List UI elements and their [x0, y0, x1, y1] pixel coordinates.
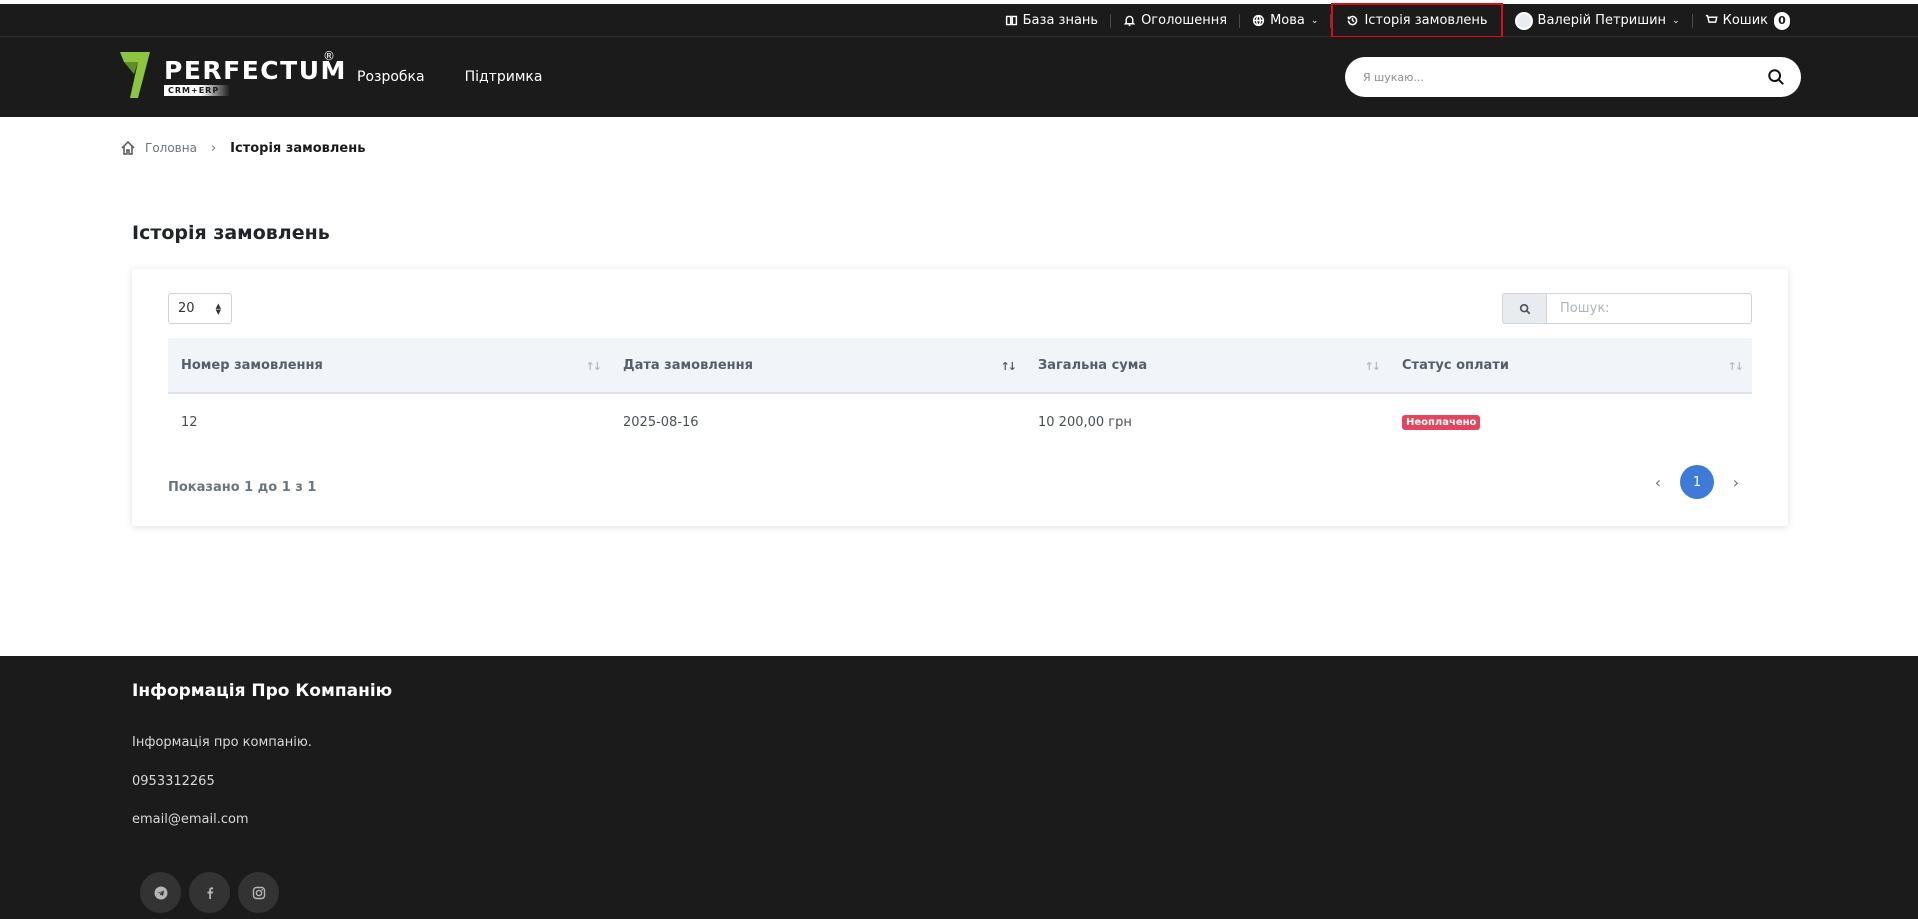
page-length-value: 20 [178, 301, 195, 316]
logo-text: PERFECTUM [164, 56, 347, 85]
footer-email: email@email.com [132, 812, 249, 827]
globe-icon [1252, 14, 1265, 27]
user-name: Валерій Петришин [1537, 13, 1667, 28]
page-title: Історія замовлень [132, 222, 330, 244]
chevron-right-icon: › [210, 140, 217, 156]
table-header: Номер замовлення ↑↓ Дата замовлення ↑↓ З… [168, 338, 1752, 394]
page-length-select[interactable]: 20 ▲ ▼ [168, 293, 232, 324]
nav-item-support[interactable]: Підтримка [465, 69, 543, 85]
cell-total: 10 200,00 грн [1038, 414, 1132, 430]
knowledge-base-link[interactable]: База знань [993, 4, 1110, 37]
table-row[interactable]: 12 2025-08-16 10 200,00 грн Неоплачено [168, 394, 1752, 450]
history-icon [1348, 15, 1358, 26]
cell-order-date: 2025-08-16 [623, 414, 699, 430]
main-header: PERFECTUM ® CRM+ERP Розробка Підтримка [0, 37, 1918, 117]
footer-phone: 0953312265 [132, 774, 215, 789]
top-utility-bar: База знань Оголошення Мова ⌄ Історія зам… [0, 0, 1918, 38]
footer-title: Інформація Про Компанію [132, 681, 393, 701]
avatar [1514, 11, 1533, 30]
chevron-left-icon[interactable]: ‹ [1652, 473, 1664, 492]
search-icon [1519, 303, 1530, 314]
footer-description: Інформація про компанію. [132, 735, 312, 750]
cart-icon [1705, 14, 1718, 26]
table-body: 12 2025-08-16 10 200,00 грн Неоплачено [168, 394, 1752, 450]
table-search-input[interactable] [1547, 293, 1752, 324]
logo-subtitle: CRM+ERP [164, 85, 230, 96]
sort-icon: ↑↓ [585, 360, 603, 373]
cart-label: Кошик [1722, 13, 1768, 28]
chevron-right-icon[interactable]: › [1730, 473, 1742, 492]
announcements-label: Оголошення [1141, 13, 1228, 28]
sort-icon: ↑↓ [1727, 360, 1745, 373]
column-header-label: Дата замовлення [623, 357, 753, 373]
language-label: Мова [1270, 13, 1305, 28]
cart-link[interactable]: Кошик 0 [1693, 4, 1802, 37]
cell-order-number: 12 [181, 414, 198, 430]
facebook-icon [207, 886, 213, 899]
table-search-button[interactable] [1502, 293, 1547, 324]
pagination: ‹ 1 › [1652, 465, 1742, 499]
main-nav: Розробка Підтримка [357, 37, 542, 117]
search-icon[interactable] [1767, 68, 1785, 86]
breadcrumb-home-link[interactable]: Головна [145, 141, 197, 155]
user-menu-dropdown[interactable]: Валерій Петришин ⌄ [1503, 4, 1692, 37]
order-history-label: Історія замовлень [1364, 13, 1488, 28]
announcements-link[interactable]: Оголошення [1111, 4, 1239, 37]
chevron-down-icon: ⌄ [1310, 15, 1319, 26]
nav-item-development[interactable]: Розробка [357, 69, 425, 85]
sort-icon: ↑↓ [1364, 360, 1382, 373]
logo-registered-mark: ® [323, 49, 335, 63]
site-search-input[interactable] [1363, 70, 1767, 84]
order-history-link[interactable]: Історія замовлень [1331, 3, 1503, 38]
status-badge: Неоплачено [1402, 414, 1481, 430]
column-header-order-date[interactable]: Дата замовлення ↑↓ [610, 338, 1025, 392]
bell-icon [1123, 15, 1136, 27]
logo-mark-icon [120, 52, 150, 98]
site-search [1345, 57, 1801, 97]
sort-arrows-icon: ▲ ▼ [215, 302, 221, 316]
breadcrumb-current: Історія замовлень [230, 140, 366, 156]
table-info: Показано 1 до 1 з 1 [168, 480, 317, 495]
home-icon[interactable] [120, 140, 136, 156]
orders-card: 20 ▲▼ Номер замовлення ↑↓ Дата замовленн… [132, 269, 1788, 526]
top-utility-links: База знань Оголошення Мова ⌄ Історія зам… [993, 3, 1802, 38]
sort-icon: ↑↓ [1000, 360, 1018, 373]
breadcrumb: Головна › Історія замовлень [120, 138, 365, 158]
book-icon [1005, 15, 1017, 26]
telegram-link[interactable] [140, 872, 181, 913]
cart-count-badge: 0 [1774, 11, 1790, 30]
social-links [140, 872, 279, 913]
column-header-total[interactable]: Загальна сума ↑↓ [1025, 338, 1389, 392]
page-number-current[interactable]: 1 [1680, 465, 1714, 499]
perfectum-logo[interactable]: PERFECTUM ® CRM+ERP [120, 49, 345, 102]
telegram-icon [154, 886, 167, 899]
column-header-payment-status[interactable]: Статус оплати ↑↓ [1389, 338, 1752, 392]
column-header-label: Статус оплати [1402, 357, 1509, 373]
language-dropdown[interactable]: Мова ⌄ [1240, 4, 1330, 37]
column-header-order-number[interactable]: Номер замовлення ↑↓ [168, 338, 610, 392]
chevron-down-icon: ⌄ [1672, 15, 1680, 26]
instagram-icon [252, 886, 265, 899]
table-search [1502, 293, 1752, 324]
facebook-link[interactable] [189, 872, 230, 913]
instagram-link[interactable] [238, 872, 279, 913]
footer: Інформація Про Компанію Інформація про к… [0, 656, 1918, 919]
column-header-label: Загальна сума [1038, 357, 1148, 373]
cell-payment-status: Неоплачено [1389, 394, 1752, 450]
column-header-label: Номер замовлення [181, 357, 323, 373]
orders-table: Номер замовлення ↑↓ Дата замовлення ↑↓ З… [168, 338, 1752, 450]
knowledge-base-label: База знань [1022, 13, 1099, 28]
